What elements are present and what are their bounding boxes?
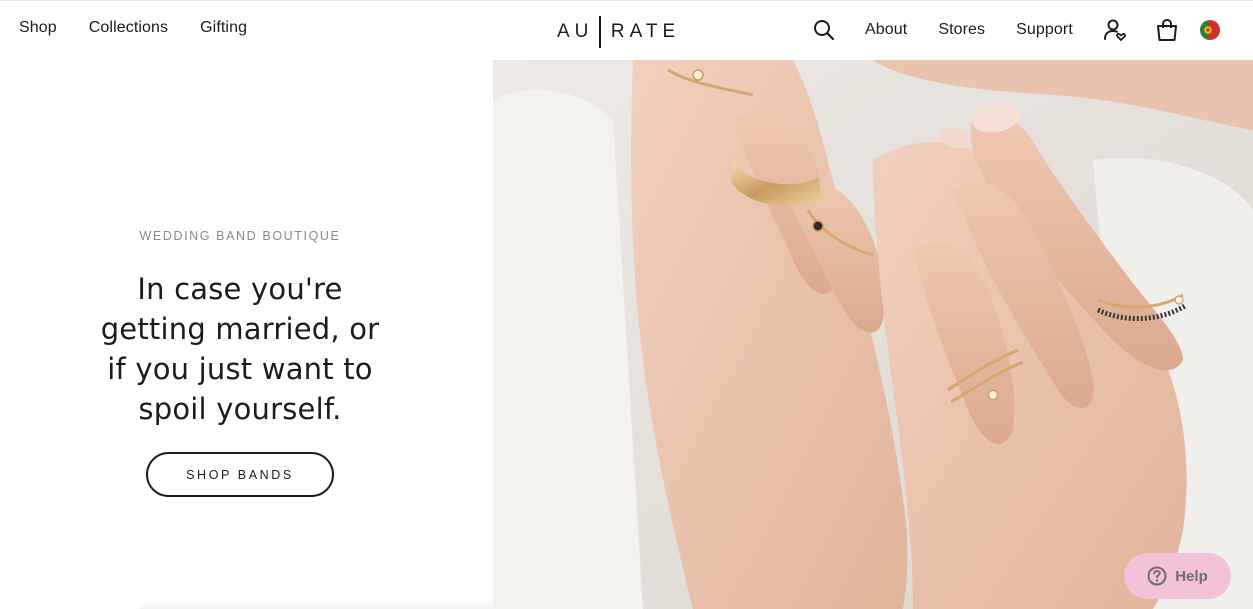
hands-with-gold-rings-photo — [493, 60, 1253, 609]
primary-nav: Shop Collections Gifting — [19, 19, 247, 37]
logo-divider — [599, 16, 601, 48]
nav-gifting[interactable]: Gifting — [200, 19, 247, 37]
portugal-flag-icon[interactable] — [1199, 19, 1221, 41]
help-button[interactable]: Help — [1124, 553, 1231, 599]
nav-support[interactable]: Support — [1016, 21, 1073, 39]
section-divider — [140, 600, 493, 609]
aurate-logo[interactable]: AU RATE — [557, 16, 680, 48]
hero-text-panel: WEDDING BAND BOUTIQUE In case you're get… — [0, 60, 493, 609]
nav-shop[interactable]: Shop — [19, 19, 57, 37]
nav-collections[interactable]: Collections — [89, 19, 168, 37]
hero-eyebrow: WEDDING BAND BOUTIQUE — [139, 229, 341, 243]
help-label: Help — [1175, 567, 1208, 585]
bag-icon[interactable] — [1155, 18, 1179, 42]
nav-stores[interactable]: Stores — [938, 21, 985, 39]
logo-right-text: RATE — [610, 21, 681, 42]
shop-bands-button[interactable]: SHOP BANDS — [146, 452, 334, 497]
question-circle-icon — [1147, 566, 1167, 586]
nav-about[interactable]: About — [865, 21, 907, 39]
account-icon[interactable] — [1103, 18, 1127, 42]
search-icon[interactable] — [813, 19, 835, 41]
logo-left-text: AU — [557, 21, 594, 42]
secondary-nav: About Stores Support — [813, 18, 1221, 42]
site-header: Shop Collections Gifting AU RATE About S… — [0, 0, 1253, 60]
hero-headline: In case you're getting married, or if yo… — [100, 272, 380, 426]
